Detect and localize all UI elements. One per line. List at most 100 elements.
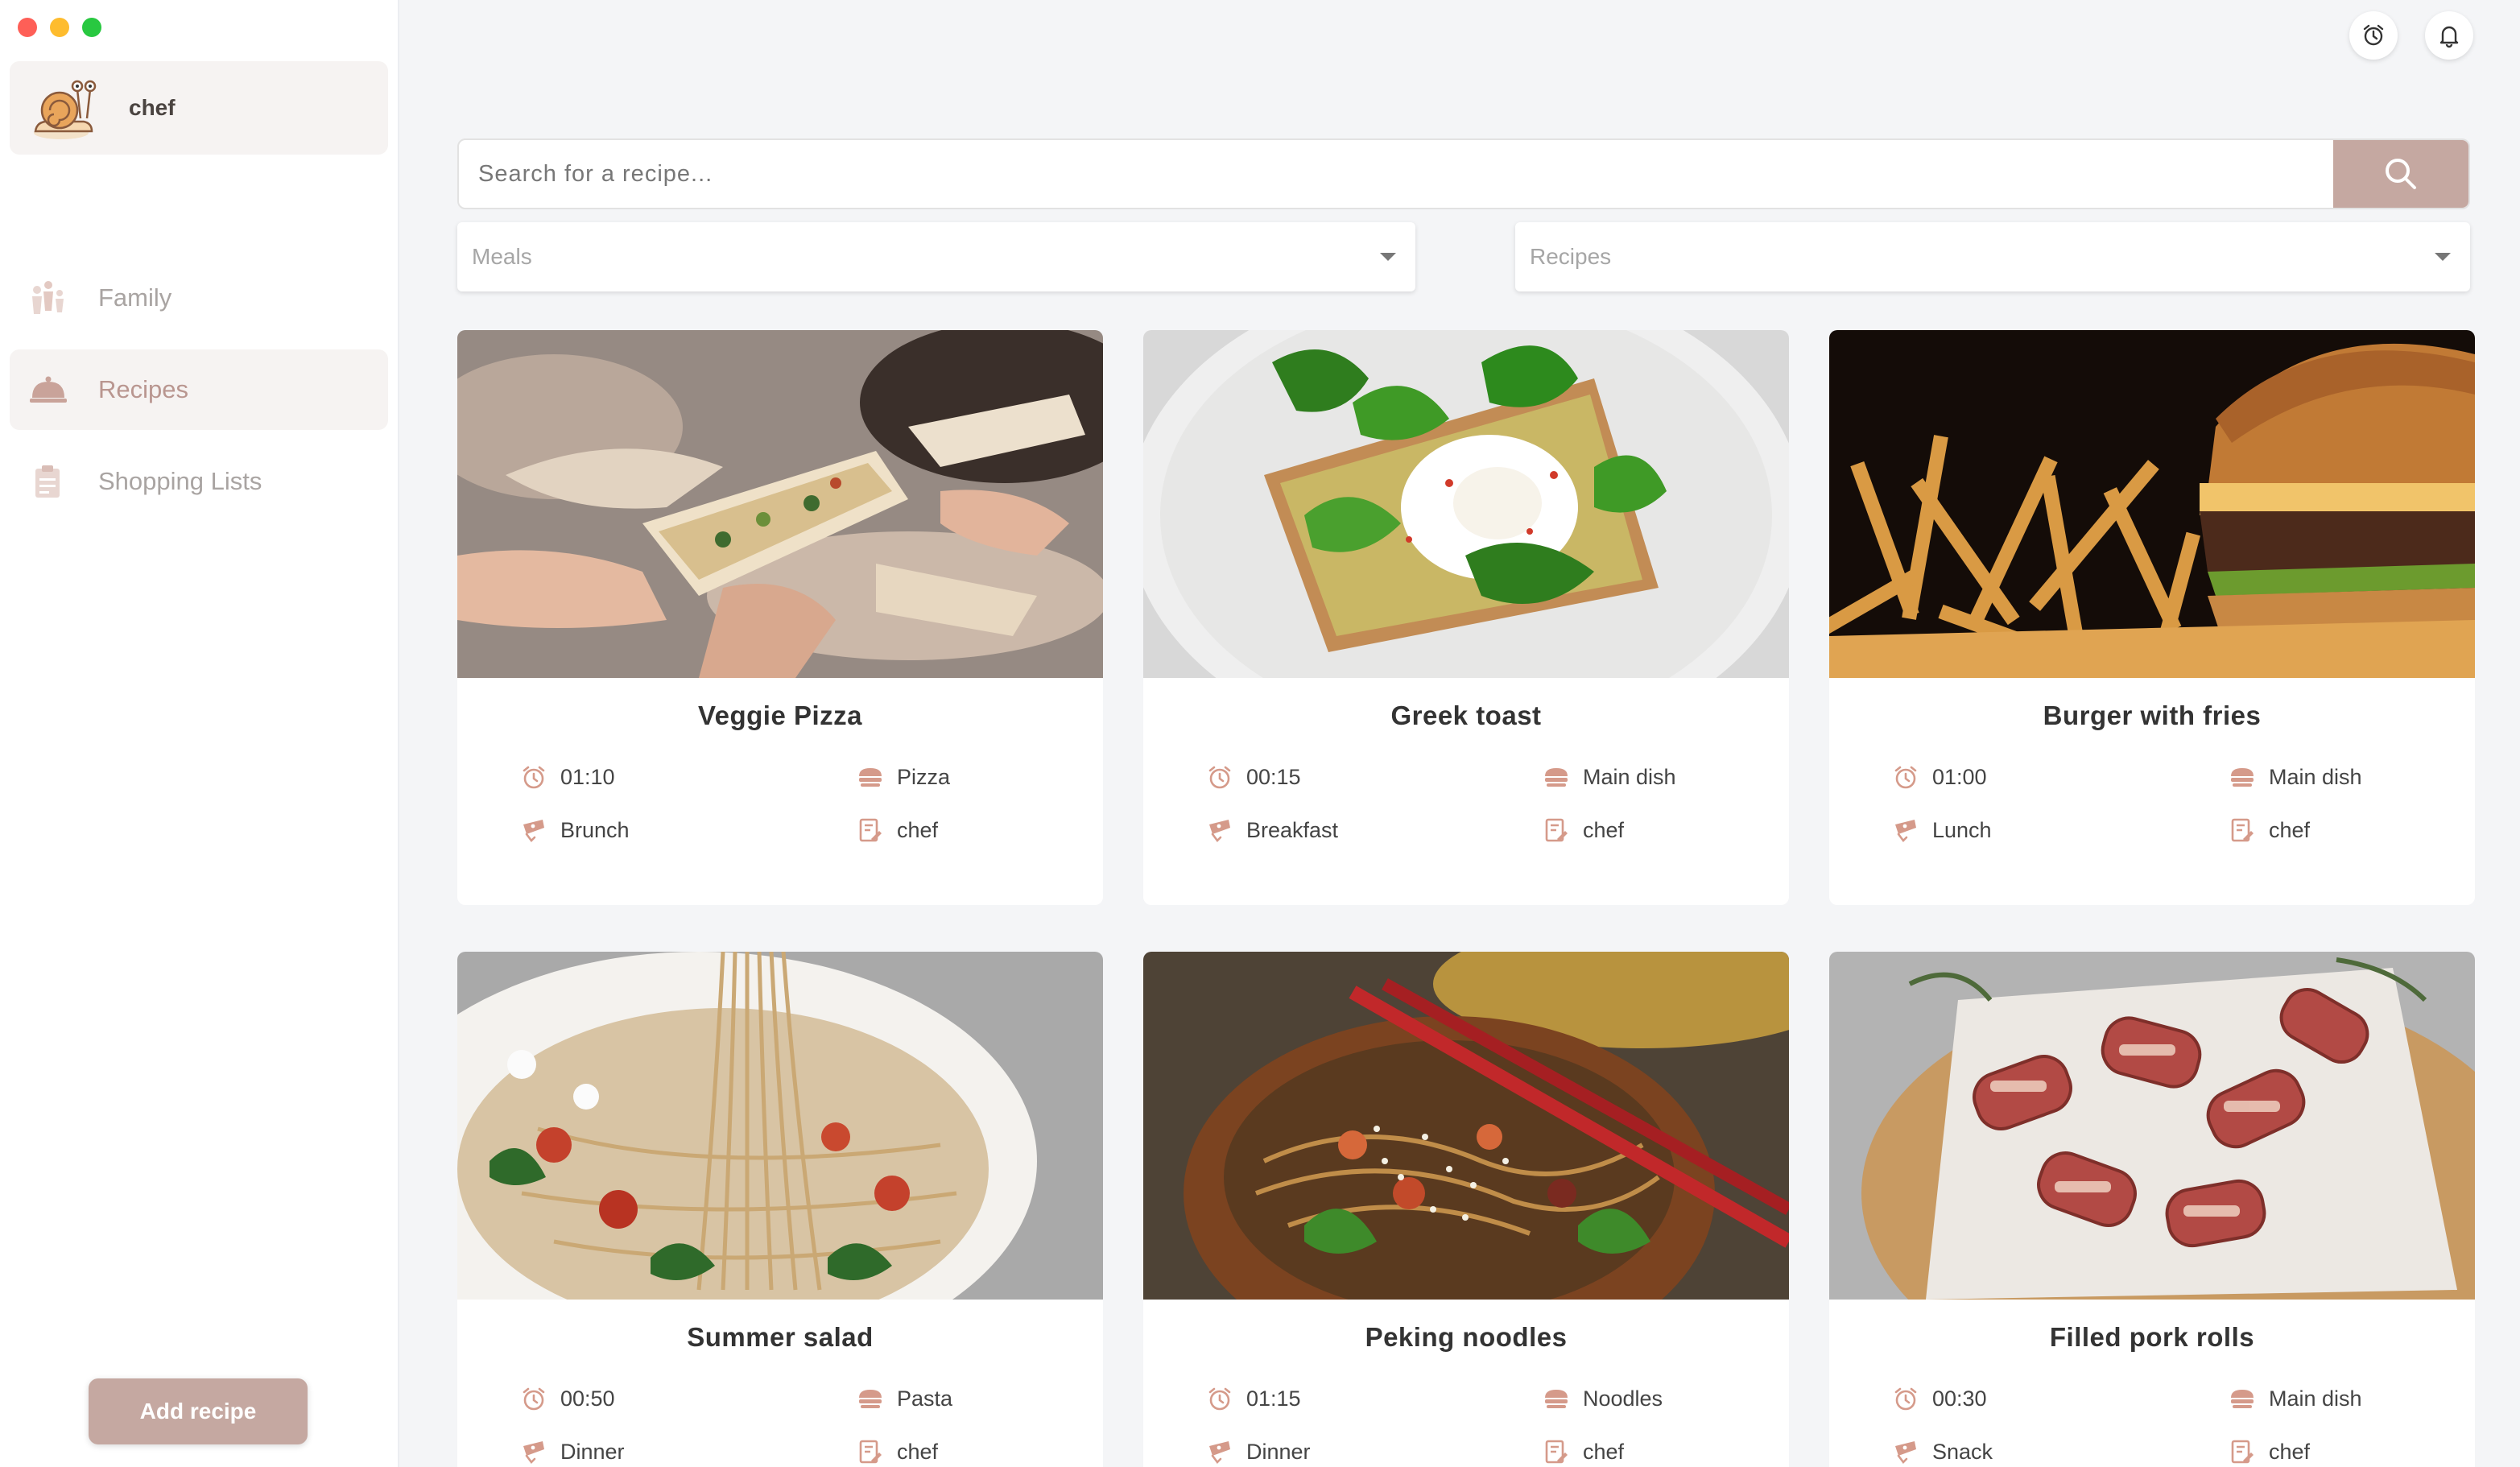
recipes-select-placeholder: Recipes — [1530, 244, 1612, 269]
clock-icon — [1208, 766, 1231, 789]
recipe-author: chef — [857, 1438, 938, 1465]
recipe-author-value: chef — [1583, 1439, 1625, 1464]
recipe-author: chef — [857, 816, 938, 844]
recipe-meal: Breakfast — [1206, 816, 1338, 844]
recipe-meta: 01:15 Noodles Dinner chef — [1143, 1354, 1789, 1467]
recipe-time-value: 01:00 — [1932, 764, 1987, 789]
sidebar-item-recipes[interactable]: Recipes — [10, 349, 388, 430]
recipe-meta: 01:10 Pizza Brunch chef — [457, 733, 1103, 878]
clock-icon — [523, 766, 545, 789]
recipe-card[interactable]: Burger with fries 01:00 Main dish Lunch — [1829, 330, 2475, 905]
recipe-category: Main dish — [1543, 763, 1676, 791]
recipe-meal: Snack — [1892, 1438, 1993, 1465]
recipe-card[interactable]: Veggie Pizza 01:10 Pizza Brunch chef — [457, 330, 1103, 905]
recipe-time: 00:15 — [1206, 763, 1301, 791]
recipes-select[interactable]: Recipes — [1515, 222, 2470, 291]
dish-category-icon — [2231, 1390, 2254, 1408]
author-icon — [1545, 818, 1568, 842]
sidebar-item-family[interactable]: Family — [10, 258, 388, 338]
recipe-title: Peking noodles — [1365, 1322, 1568, 1352]
recipe-author-value: chef — [897, 817, 939, 842]
recipe-title: Veggie Pizza — [697, 700, 863, 730]
veggie-pizza-photo — [457, 330, 1103, 678]
add-recipe-button[interactable]: Add recipe — [89, 1378, 308, 1444]
author-icon — [859, 1440, 882, 1464]
recipe-time: 01:15 — [1206, 1385, 1301, 1412]
sidebar-nav: Family Recipes Shopping Lists — [10, 258, 388, 533]
search-button[interactable] — [2333, 140, 2468, 208]
alarm-icon — [2363, 24, 2384, 46]
profile-name: chef — [129, 95, 176, 120]
recipe-meta: 00:15 Main dish Breakfast chef — [1143, 733, 1789, 878]
dish-category-icon — [1545, 1390, 1568, 1408]
recipe-author: chef — [2229, 816, 2310, 844]
chevron-down-icon — [2435, 253, 2451, 261]
recipe-time: 01:00 — [1892, 763, 1987, 791]
recipe-author: chef — [1543, 816, 1624, 844]
author-icon — [2231, 818, 2254, 842]
recipe-time-value: 01:15 — [1246, 1386, 1301, 1411]
recipe-card[interactable]: Greek toast 00:15 Main dish Breakfast ch… — [1143, 330, 1789, 905]
maximize-window-button[interactable] — [82, 18, 101, 37]
recipe-category: Main dish — [2229, 763, 2362, 791]
recipe-meal: Lunch — [1892, 816, 1992, 844]
sidebar: chef Family Recipes Shopping Lists Add r… — [0, 0, 399, 1467]
recipe-meta: 00:30 Main dish Snack chef — [1829, 1354, 2475, 1467]
search-input[interactable] — [459, 140, 2333, 208]
meal-type-icon — [1209, 820, 1230, 842]
recipe-category: Main dish — [2229, 1385, 2362, 1412]
meals-select[interactable]: Meals — [457, 222, 1415, 291]
clock-icon — [523, 1387, 545, 1411]
sidebar-item-label: Recipes — [98, 375, 188, 403]
notifications-button[interactable] — [2425, 11, 2473, 60]
recipe-category: Pasta — [857, 1385, 952, 1412]
recipe-title: Burger with fries — [2043, 700, 2262, 730]
minimize-window-button[interactable] — [50, 18, 69, 37]
recipe-category-value: Main dish — [1583, 764, 1676, 789]
recipe-meta: 00:50 Pasta Dinner chef — [457, 1354, 1103, 1467]
recipe-card[interactable]: Peking noodles 01:15 Noodles Dinner chef — [1143, 952, 1789, 1467]
author-icon — [2231, 1440, 2254, 1464]
cloche-icon — [30, 376, 67, 403]
recipe-time: 01:10 — [520, 763, 615, 791]
window-controls — [18, 18, 101, 37]
recipe-author-value: chef — [1583, 817, 1625, 842]
recipe-author-value: chef — [2269, 817, 2311, 842]
recipe-meal-value: Snack — [1932, 1439, 1993, 1464]
close-window-button[interactable] — [18, 18, 37, 37]
recipe-meal-value: Breakfast — [1246, 817, 1339, 842]
clock-icon — [1894, 1387, 1917, 1411]
clock-icon — [1208, 1387, 1231, 1411]
shopping-list-icon — [35, 465, 60, 498]
recipe-time-value: 00:50 — [560, 1386, 615, 1411]
recipe-title: Greek toast — [1390, 700, 1542, 730]
recipe-meal: Dinner — [1206, 1438, 1311, 1465]
clock-icon — [1894, 766, 1917, 789]
recipe-author: chef — [2229, 1438, 2310, 1465]
recipe-meal: Brunch — [520, 816, 630, 844]
recipe-card[interactable]: Filled pork rolls 00:30 Main dish Snack — [1829, 952, 2475, 1467]
family-icon — [32, 281, 64, 314]
recipe-title: Summer salad — [687, 1322, 874, 1352]
meal-type-icon — [523, 1441, 544, 1464]
sidebar-item-shopping-lists[interactable]: Shopping Lists — [10, 441, 388, 522]
recipe-author: chef — [1543, 1438, 1624, 1465]
alarm-button[interactable] — [2349, 11, 2398, 60]
recipe-category-value: Noodles — [1583, 1386, 1663, 1411]
recipe-author-value: chef — [897, 1439, 939, 1464]
recipe-card[interactable]: Summer salad 00:50 Pasta Dinner chef — [457, 952, 1103, 1467]
profile-card[interactable]: chef — [10, 61, 388, 155]
burger-fries-photo — [1829, 330, 2475, 678]
recipe-meal: Dinner — [520, 1438, 625, 1465]
recipe-time-value: 00:30 — [1932, 1386, 1987, 1411]
peking-noodles-photo — [1143, 952, 1789, 1300]
recipe-title: Filled pork rolls — [2049, 1322, 2255, 1352]
recipe-time-value: 01:10 — [560, 764, 615, 789]
recipe-category: Pizza — [857, 763, 950, 791]
recipe-time: 00:50 — [520, 1385, 615, 1412]
author-icon — [1545, 1440, 1568, 1464]
recipe-meta: 01:00 Main dish Lunch chef — [1829, 733, 2475, 878]
dish-category-icon — [859, 1390, 882, 1408]
recipe-category: Noodles — [1543, 1385, 1663, 1412]
recipe-author-value: chef — [2269, 1439, 2311, 1464]
